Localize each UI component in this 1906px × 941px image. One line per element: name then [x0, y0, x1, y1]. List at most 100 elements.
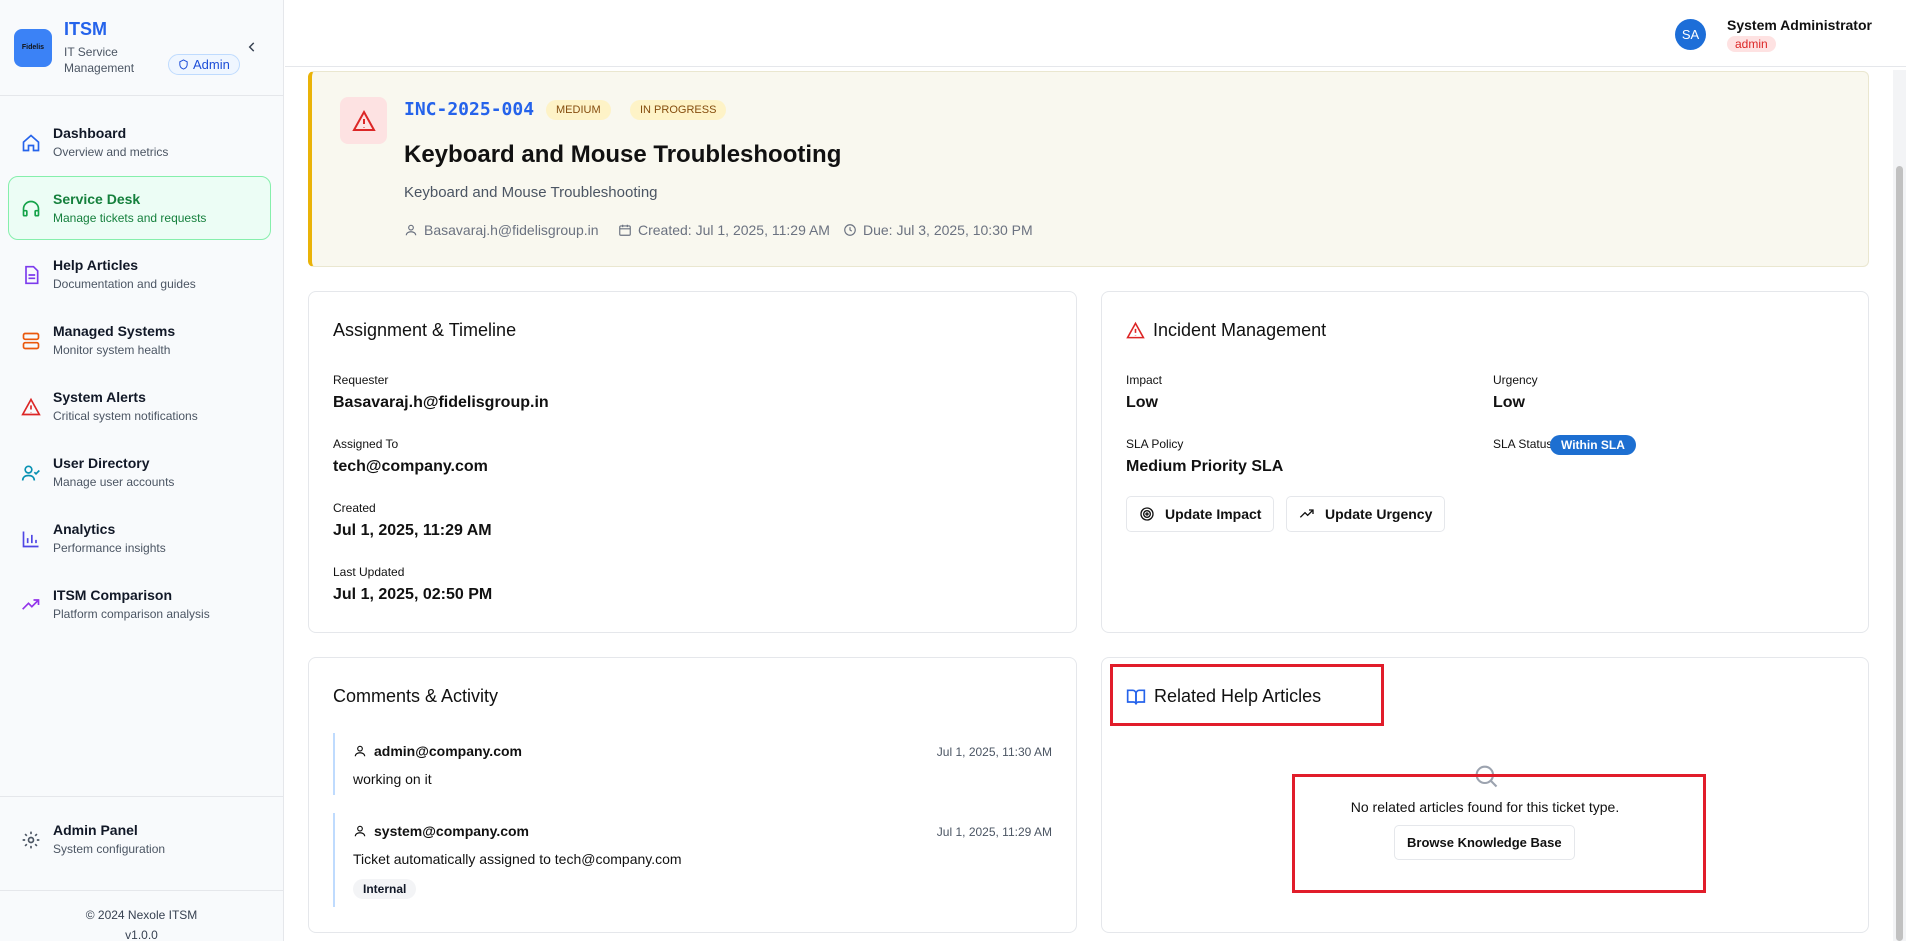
comment-author-name: system@company.com	[374, 823, 530, 839]
trending-up-icon	[1299, 509, 1314, 518]
ticket-title: Keyboard and Mouse Troubleshooting	[404, 141, 842, 168]
update-impact-label: Update Impact	[1165, 506, 1262, 522]
sidebar-item-label: Admin Panel	[53, 822, 138, 838]
sidebar-item-service-desk[interactable]: Service Desk Manage tickets and requests	[8, 176, 271, 240]
chevron-left-icon	[248, 42, 255, 52]
headset-icon	[22, 200, 40, 217]
sidebar-item-desc: System configuration	[53, 842, 166, 856]
status-badge: IN PROGRESS	[630, 100, 727, 120]
impact-label: Impact	[1126, 373, 1163, 387]
sidebar-item-desc: Platform comparison analysis	[53, 607, 210, 621]
sidebar-item-admin-panel[interactable]: Admin Panel System configuration	[8, 807, 271, 871]
requester-value: Basavaraj.h@fidelisgroup.in	[333, 394, 549, 411]
brand-text: ITSM IT Service Management	[64, 19, 154, 76]
trending-up-icon	[22, 599, 40, 610]
incident-title: Incident Management	[1126, 320, 1326, 341]
created-value: Jul 1, 2025, 11:29 AM	[333, 522, 492, 539]
scrollbar-thumb[interactable]	[1896, 166, 1903, 941]
urgency-value: Low	[1493, 394, 1525, 411]
sidebar-item-desc: Performance insights	[53, 541, 166, 555]
created-label: Created	[333, 501, 376, 515]
user-name: System Administrator	[1727, 17, 1872, 33]
admin-badge: Admin	[168, 54, 240, 75]
sidebar-item-desc: Manage tickets and requests	[53, 211, 207, 225]
comment-text: Ticket automatically assigned to tech@co…	[353, 851, 682, 867]
bar-chart-icon	[22, 531, 39, 548]
incident-title-label: Incident Management	[1153, 320, 1327, 340]
sidebar-item-label: User Directory	[53, 455, 150, 471]
sidebar-item-desc: Critical system notifications	[53, 409, 198, 423]
last-updated-value: Jul 1, 2025, 02:50 PM	[333, 586, 493, 603]
comment-item: system@company.com Jul 1, 2025, 11:29 AM…	[333, 813, 1052, 907]
sidebar-item-label: Service Desk	[53, 191, 141, 207]
impact-value: Low	[1126, 394, 1158, 411]
sidebar-item-system-alerts[interactable]: System Alerts Critical system notificatio…	[8, 374, 271, 438]
internal-tag: Internal	[353, 879, 417, 899]
update-impact-button[interactable]: Update Impact	[1126, 496, 1275, 532]
app-title: ITSM	[64, 19, 107, 39]
highlight-box	[1110, 664, 1384, 726]
ticket-due: Due: Jul 3, 2025, 10:30 PM	[843, 222, 1033, 238]
sidebar-item-desc: Overview and metrics	[53, 145, 169, 159]
sidebar-item-label: ITSM Comparison	[53, 587, 173, 603]
requester-text: Basavaraj.h@fidelisgroup.in	[424, 222, 599, 238]
app-subtitle: IT Service Management	[64, 45, 135, 75]
sidebar-item-analytics[interactable]: Analytics Performance insights	[8, 506, 271, 570]
assigned-label: Assigned To	[333, 437, 399, 451]
comment-author-name: admin@company.com	[374, 743, 522, 759]
ticket-created: Created: Jul 1, 2025, 11:29 AM	[618, 222, 830, 238]
user-check-icon	[21, 465, 40, 481]
comments-title: Comments & Activity	[333, 686, 499, 706]
assignment-title: Assignment & Timeline	[333, 320, 517, 340]
sla-policy-label: SLA Policy	[1126, 437, 1184, 451]
shield-icon	[179, 59, 188, 70]
brand-header: Fidelis ITSM IT Service Management Admin	[0, 0, 283, 96]
sla-status-label: SLA Status	[1493, 437, 1553, 451]
sidebar-item-itsm-comparison[interactable]: ITSM Comparison Platform comparison analy…	[8, 572, 271, 636]
sidebar-nav: Dashboard Overview and metrics Service De…	[0, 96, 283, 636]
sidebar-item-managed-systems[interactable]: Managed Systems Monitor system health	[8, 308, 271, 372]
urgency-label: Urgency	[1493, 373, 1538, 387]
ticket-id: INC-2025-004	[404, 99, 535, 120]
sidebar-item-dashboard[interactable]: Dashboard Overview and metrics	[8, 110, 271, 174]
logo-text: Fidelis	[21, 44, 45, 51]
company-logo: Fidelis	[14, 28, 52, 67]
calendar-icon	[619, 224, 631, 236]
sidebar-item-label: System Alerts	[53, 389, 146, 405]
highlight-box	[1292, 774, 1706, 893]
scrollbar[interactable]	[1893, 70, 1906, 941]
user-role-badge: admin	[1727, 36, 1776, 52]
sidebar-item-desc: Manage user accounts	[53, 475, 175, 489]
user-icon	[405, 224, 417, 236]
comment-text: working on it	[353, 771, 432, 787]
user-icon	[354, 745, 366, 757]
ticket-header-card: INC-2025-004 MEDIUM IN PROGRESS Keyboard…	[308, 71, 1869, 267]
alert-icon	[21, 397, 41, 416]
comment-author: admin@company.com	[353, 743, 522, 759]
update-urgency-button[interactable]: Update Urgency	[1286, 496, 1446, 532]
ticket-description: Keyboard and Mouse Troubleshooting	[404, 184, 658, 201]
assigned-value: tech@company.com	[333, 458, 488, 475]
sidebar-footer: © 2024 Nexole ITSM v1.0.0	[0, 890, 283, 941]
sidebar-item-label: Analytics	[53, 521, 116, 537]
gear-icon	[22, 831, 40, 849]
requester-label: Requester	[333, 373, 389, 387]
ticket-requester: Basavaraj.h@fidelisgroup.in	[404, 222, 599, 238]
sidebar-item-label: Dashboard	[53, 125, 127, 141]
copyright-text: © 2024 Nexole ITSM	[85, 908, 198, 922]
last-updated-label: Last Updated	[333, 565, 405, 579]
priority-badge: MEDIUM	[546, 100, 611, 120]
sidebar-item-desc: Documentation and guides	[53, 277, 196, 291]
alert-icon	[1126, 321, 1145, 339]
collapse-sidebar-button[interactable]	[245, 38, 259, 59]
comment-time: Jul 1, 2025, 11:29 AM	[936, 825, 1052, 839]
sidebar: Fidelis ITSM IT Service Management Admin…	[0, 0, 284, 941]
sidebar-item-user-directory[interactable]: User Directory Manage user accounts	[8, 440, 271, 504]
version-text: v1.0.0	[125, 928, 158, 941]
avatar[interactable]: SA	[1675, 19, 1706, 50]
sidebar-item-desc: Monitor system health	[53, 343, 171, 357]
sidebar-item-label: Help Articles	[53, 257, 139, 273]
sidebar-bottom: Admin Panel System configuration	[0, 796, 283, 873]
sidebar-item-help-articles[interactable]: Help Articles Documentation and guides	[8, 242, 271, 306]
home-icon	[22, 134, 40, 152]
